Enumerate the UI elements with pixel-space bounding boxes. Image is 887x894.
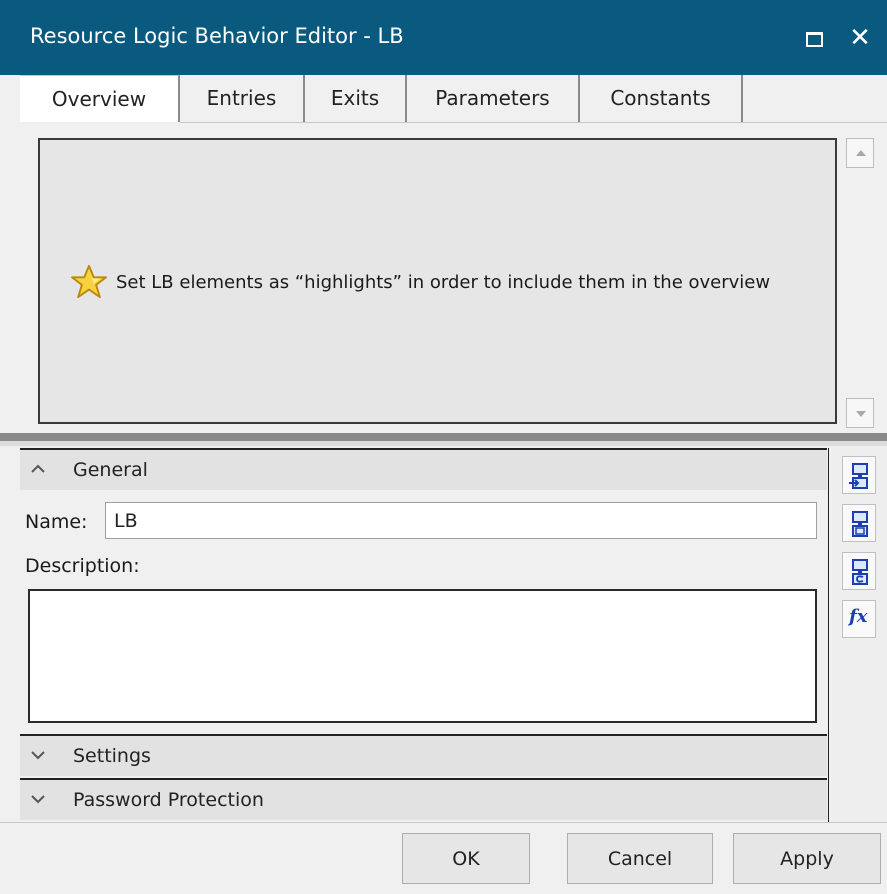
overview-scrollbar[interactable] (844, 138, 874, 428)
tab-parameters[interactable]: Parameters (407, 75, 580, 122)
description-textarea[interactable] (28, 589, 817, 723)
tab-label: Exits (330, 86, 380, 110)
scroll-up-button[interactable] (846, 138, 874, 168)
chevron-down-icon (31, 795, 45, 804)
tab-label: Constants (610, 86, 711, 110)
title-bar: Resource Logic Behavior Editor - LB ✕ (0, 0, 887, 75)
tab-overview[interactable]: Overview (20, 75, 180, 122)
tab-exits[interactable]: Exits (305, 75, 407, 122)
close-icon: ✕ (849, 23, 871, 53)
add-constant-button[interactable] (842, 552, 876, 590)
section-general-label: General (73, 459, 148, 481)
tab-label: Overview (51, 87, 147, 111)
window-title: Resource Logic Behavior Editor - LB (30, 24, 404, 48)
side-toolbar: fx (832, 448, 887, 822)
section-settings[interactable]: Settings (20, 734, 827, 776)
arrow-down-icon (856, 411, 866, 417)
tab-strip: Overview Entries Exits Parameters Consta… (0, 75, 887, 123)
cancel-button[interactable]: Cancel (567, 833, 713, 884)
tab-label: Parameters (435, 86, 550, 110)
name-label: Name: (25, 511, 88, 533)
function-button[interactable]: fx (842, 600, 876, 638)
section-general[interactable]: General (20, 448, 827, 490)
overview-message-text: Set LB elements as “highlights” in order… (116, 271, 771, 293)
arrow-up-icon (856, 150, 866, 156)
section-settings-label: Settings (73, 745, 151, 767)
footer-divider (0, 822, 887, 823)
add-parameter-button[interactable] (842, 504, 876, 542)
add-entry-icon (849, 463, 868, 489)
function-icon: fx (849, 606, 868, 627)
add-constant-icon (852, 559, 868, 585)
add-parameter-icon (852, 511, 868, 537)
overview-message: Set LB elements as “highlights” in order… (70, 264, 770, 300)
maximize-icon (806, 32, 823, 47)
section-password-protection[interactable]: Password Protection (20, 778, 827, 820)
maximize-button[interactable] (796, 20, 834, 58)
star-icon (71, 264, 107, 299)
splitter-shadow (0, 441, 887, 446)
description-label: Description: (25, 555, 140, 577)
section-password-label: Password Protection (73, 789, 264, 811)
tab-label: Entries (206, 86, 277, 110)
apply-button[interactable]: Apply (733, 833, 881, 884)
close-button[interactable]: ✕ (841, 18, 879, 58)
add-entry-button[interactable] (842, 456, 876, 494)
name-input[interactable] (105, 502, 817, 539)
ok-button[interactable]: OK (402, 833, 530, 884)
chevron-down-icon (31, 751, 45, 760)
tab-divider (180, 122, 887, 123)
tab-entries[interactable]: Entries (180, 75, 305, 122)
tab-constants[interactable]: Constants (580, 75, 743, 122)
panel-splitter[interactable] (0, 433, 887, 441)
scroll-down-button[interactable] (846, 398, 874, 428)
chevron-up-icon (31, 464, 45, 473)
